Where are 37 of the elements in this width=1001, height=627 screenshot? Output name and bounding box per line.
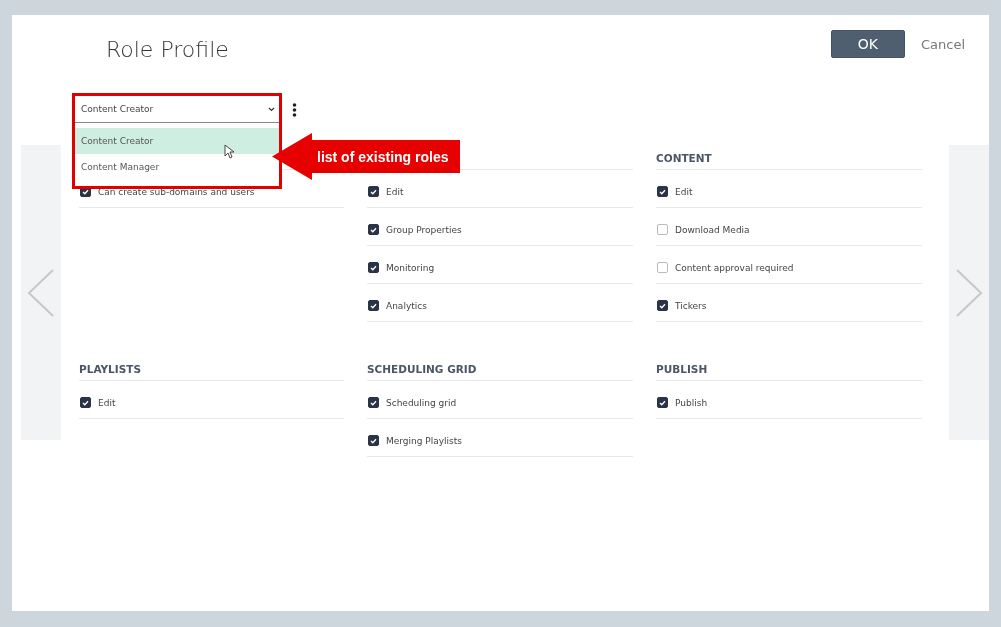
- role-select[interactable]: Content Creator: [75, 96, 279, 123]
- checkbox[interactable]: [657, 186, 668, 197]
- checkbox[interactable]: [657, 262, 668, 273]
- checkbox-label: Tickers: [675, 300, 707, 311]
- checkbox-label: Content approval required: [675, 262, 794, 273]
- checkbox-label: Edit: [675, 186, 693, 197]
- checkbox[interactable]: [368, 300, 379, 311]
- checkbox-label: Scheduling grid: [386, 397, 457, 408]
- checkbox[interactable]: [368, 435, 379, 446]
- checkbox-label: Publish: [675, 397, 708, 408]
- checkbox-label: Group Properties: [386, 224, 462, 235]
- checkbox-label: Download Media: [675, 224, 750, 235]
- more-icon[interactable]: [292, 102, 297, 118]
- dropdown-option[interactable]: Content Creator: [75, 128, 279, 154]
- section-heading: PLAYLISTS: [79, 363, 141, 375]
- checkbox[interactable]: [80, 397, 91, 408]
- checkbox[interactable]: [657, 224, 668, 235]
- caret-icon: [268, 106, 275, 112]
- section-heading: CONTENT: [656, 152, 712, 164]
- checkbox[interactable]: [657, 397, 668, 408]
- section-heading: PUBLISH: [656, 363, 708, 375]
- checkbox[interactable]: [368, 397, 379, 408]
- ok-button[interactable]: OK: [830, 30, 905, 58]
- checkbox-label: Analytics: [386, 300, 427, 311]
- checkbox[interactable]: [368, 262, 379, 273]
- cancel-button[interactable]: Cancel: [920, 36, 965, 52]
- checkbox-label: Merging Playlists: [386, 435, 462, 446]
- checkbox[interactable]: [368, 224, 379, 235]
- checkbox-label: Edit: [386, 186, 404, 197]
- cursor-icon: [224, 144, 234, 159]
- checkbox[interactable]: [657, 300, 668, 311]
- checkbox-label: Edit: [98, 397, 116, 408]
- checkbox-label: Monitoring: [386, 262, 435, 273]
- checkbox[interactable]: [368, 186, 379, 197]
- dialog-title: Role Profile: [106, 36, 229, 62]
- section-heading: SCHEDULING GRID: [367, 363, 477, 375]
- checkbox[interactable]: [80, 186, 91, 197]
